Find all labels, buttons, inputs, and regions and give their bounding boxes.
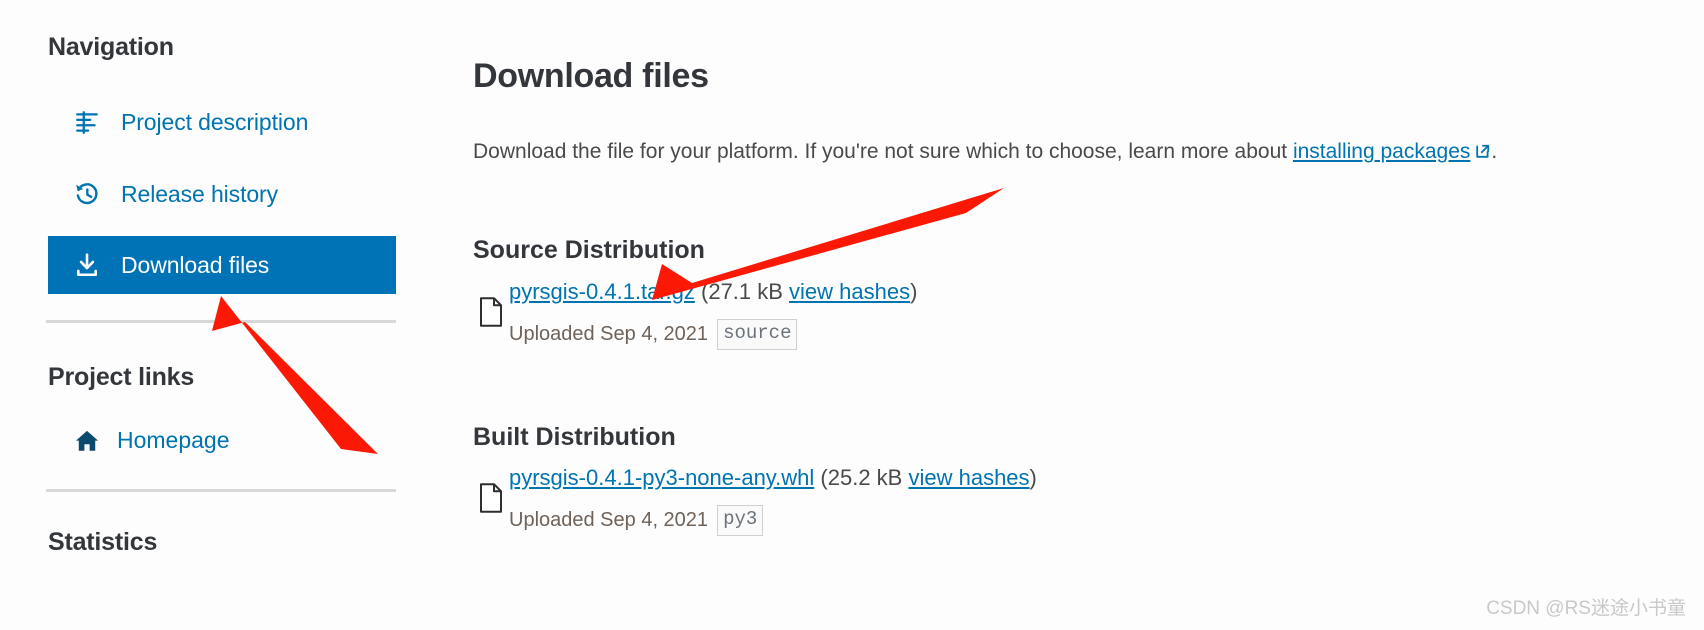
file-document-icon [479,297,503,327]
installing-packages-link[interactable]: installing packages [1293,140,1470,163]
sidebar: Navigation Project description Release h… [0,0,470,630]
sidebar-item-label: Download files [121,251,270,278]
sidebar-divider-1 [46,320,396,323]
intro-paragraph: Download the file for your platform. If … [473,140,1497,166]
sidebar-divider-2 [46,489,396,492]
source-uploaded-date: Uploaded Sep 4, 2021 [509,323,709,345]
main-content: Download files Download the file for you… [470,0,1704,630]
size-open-paren: ( [814,465,828,490]
csdn-watermark: CSDN @RS迷途小书童 [1486,598,1686,619]
sidebar-link-homepage[interactable]: Homepage [48,427,230,454]
sidebar-item-label: Project description [121,108,309,135]
source-file-line: pyrsgis-0.4.1.tar.gz (27.1 kB view hashe… [509,279,917,305]
history-clock-icon [74,181,100,207]
home-icon [74,428,100,454]
built-type-badge: py3 [717,505,764,536]
built-upload-line: Uploaded Sep 4, 2021 py3 [509,505,764,536]
built-view-hashes-link[interactable]: view hashes [908,465,1029,490]
sidebar-item-label: Release history [121,180,279,207]
built-distribution-heading: Built Distribution [473,422,676,451]
list-lines-icon [74,109,100,135]
download-icon [74,252,100,278]
sidebar-item-release-history[interactable]: Release history [48,165,396,223]
sidebar-item-project-description[interactable]: Project description [48,93,396,151]
built-file-size: 25.2 kB [827,465,909,490]
size-close-paren: ) [910,279,918,304]
size-close-paren: ) [1029,465,1037,490]
project-links-heading: Project links [48,363,195,391]
built-uploaded-date: Uploaded Sep 4, 2021 [509,509,709,531]
built-file-line: pyrsgis-0.4.1-py3-none-any.whl (25.2 kB … [509,465,1037,491]
file-document-icon [479,483,503,513]
source-type-badge: source [717,319,798,350]
sidebar-item-download-files[interactable]: Download files [48,236,396,294]
intro-text-after: . [1491,140,1498,163]
source-view-hashes-link[interactable]: view hashes [789,279,910,304]
source-filename-link[interactable]: pyrsgis-0.4.1.tar.gz [509,279,695,304]
page-title: Download files [473,56,709,95]
navigation-heading: Navigation [48,33,174,61]
source-file-size: 27.1 kB [708,279,790,304]
built-filename-link[interactable]: pyrsgis-0.4.1-py3-none-any.whl [509,465,814,490]
source-distribution-heading: Source Distribution [473,235,705,264]
intro-text-before: Download the file for your platform. If … [473,140,1293,163]
size-open-paren: ( [694,279,709,304]
sidebar-link-label: Homepage [117,427,230,453]
external-link-icon [1474,142,1491,166]
source-upload-line: Uploaded Sep 4, 2021 source [509,319,798,350]
statistics-heading: Statistics [48,528,158,556]
